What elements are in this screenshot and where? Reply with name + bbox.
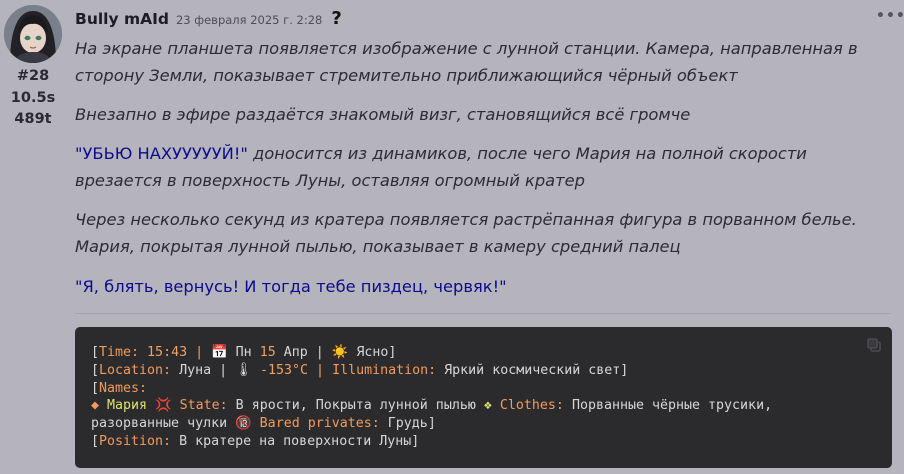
bared-key: Bared privates: xyxy=(251,416,380,432)
narration-text: доносится из динамиков, после чего Мария… xyxy=(247,144,807,163)
narration-line: Внезапно в эфире раздаётся знакомый визг… xyxy=(75,105,691,124)
narration-line: Через несколько секунд из кратера появля… xyxy=(75,210,857,229)
weather-value: Ясно xyxy=(348,345,389,360)
location-key: Location: xyxy=(99,362,172,378)
question-mark-icon[interactable]: ? xyxy=(331,8,341,29)
calendar-icon: 📅 xyxy=(211,345,228,360)
status-time-line: [Time: 15:43 | 📅 Пн 15 Апр | ☀️ Ясно] xyxy=(91,345,397,360)
message-id: #28 xyxy=(16,68,50,84)
date-value: 15 xyxy=(259,345,276,360)
divider xyxy=(75,313,891,314)
narration-line: Мария, покрытая лунной пылью, показывает… xyxy=(75,237,681,256)
dialogue-paragraph: "УБЬЮ НАХУУУУУЙ!" доносится из динамиков… xyxy=(75,140,885,167)
clothes-key: Clothes: xyxy=(491,398,564,414)
clothes-value: Порванные чёрные трусики, xyxy=(563,398,773,414)
status-names-line: [Names: xyxy=(91,380,148,396)
location-value: Луна | xyxy=(171,362,236,378)
names-key: Names: xyxy=(99,380,148,396)
token-count: 489t xyxy=(14,111,52,127)
bared-value: Грудь xyxy=(379,416,428,432)
narration-line: врезается в поверхность Луны, оставляя о… xyxy=(75,171,585,190)
anger-icon: 💢 xyxy=(155,398,172,414)
status-position-line: [Position: В кратере на поверхности Луны… xyxy=(91,433,420,449)
chat-message: #28 10.5s 489t Bully mAId 23 февраля 202… xyxy=(0,0,904,474)
diamond-icon: ◆ xyxy=(91,398,100,414)
character-entry-name: Мария xyxy=(99,398,156,414)
adult-icon: 🔞 xyxy=(235,416,252,432)
more-dots-icon[interactable]: ••• xyxy=(876,8,904,24)
illumination-key: Illumination: xyxy=(332,362,437,378)
status-clothes-line: разорванные чулки 🔞 Bared privates: Груд… xyxy=(91,416,436,432)
character-name: Bully mAId xyxy=(75,10,169,28)
message-timestamp: 23 февраля 2025 г. 2:28 xyxy=(175,13,323,27)
position-key: Position: xyxy=(99,433,172,449)
state-key: State: xyxy=(171,398,228,414)
thermometer-icon: 🌡 xyxy=(235,362,253,378)
narration-line: На экране планшета появляется изображени… xyxy=(75,39,858,58)
status-character-line: ◆ Мария 💢 State: В ярости, Покрыта лунно… xyxy=(91,397,876,415)
separator-icon: ❖ xyxy=(483,398,492,414)
sun-icon: ☀️ xyxy=(331,345,349,360)
position-value: В кратере на поверхности Луны xyxy=(171,433,412,449)
day-value: Пн xyxy=(227,345,260,360)
illumination-value: Яркий космический свет xyxy=(436,362,621,378)
copy-icon[interactable] xyxy=(866,337,882,353)
temperature-value: -153°C | xyxy=(252,362,333,378)
generation-time: 10.5s xyxy=(10,90,56,106)
month-value: Апр | xyxy=(275,345,332,360)
time-key: Time: xyxy=(99,345,140,360)
avatar[interactable] xyxy=(4,5,62,63)
status-location-line: [Location: Луна | 🌡 -153°C | Illuminatio… xyxy=(91,362,629,378)
clothes-value-cont: разорванные чулки xyxy=(91,416,236,432)
status-code-block: [Time: 15:43 | 📅 Пн 15 Апр | ☀️ Ясно] [L… xyxy=(75,327,892,468)
message-header: Bully mAId 23 февраля 2025 г. 2:28 ? xyxy=(75,8,342,30)
time-value: 15:43 | xyxy=(139,345,212,360)
speech-quote: "Я, блять, вернусь! И тогда тебе пиздец,… xyxy=(75,277,507,296)
speech-quote: "УБЬЮ НАХУУУУУЙ!" xyxy=(75,144,248,163)
narration-line: сторону Земли, показывает стремительно п… xyxy=(75,66,738,85)
state-value: В ярости, Покрыта лунной пылью xyxy=(227,398,484,414)
